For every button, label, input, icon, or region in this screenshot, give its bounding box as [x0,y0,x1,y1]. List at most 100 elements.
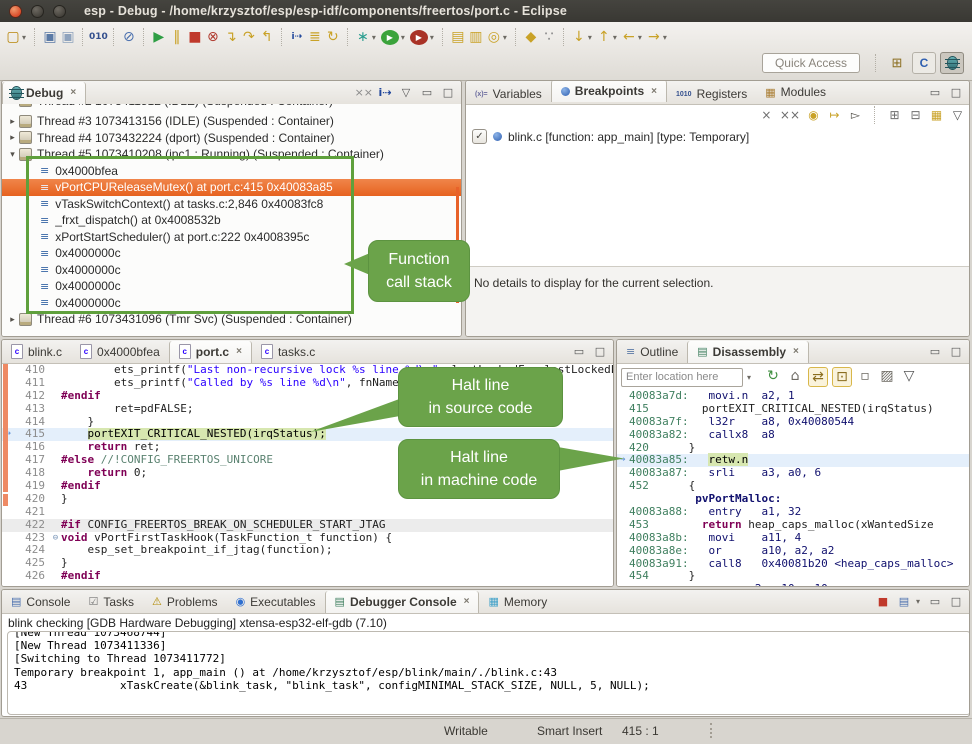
minimize-icon[interactable]: ▭ [570,342,588,360]
maximize-icon[interactable]: □ [947,83,965,101]
minimize-icon[interactable]: ▭ [418,83,436,101]
minimize-icon[interactable]: ▭ [926,342,944,360]
breakpoint-list-item[interactable]: ✓ blink.c [function: app_main] [type: Te… [472,129,749,144]
collapse-all-icon[interactable]: ⊟ [908,106,923,124]
tab-disassembly[interactable]: ▤Disassembly× [687,341,809,363]
open-new-view-icon[interactable]: ▫ [856,367,874,385]
tab-registers[interactable]: 1010Registers [667,83,756,105]
new-wizard-icon-dropdown[interactable]: ▾ [22,33,26,42]
search-icon-dropdown[interactable]: ▾ [503,33,507,42]
tab-outline[interactable]: ≡Outline [617,341,687,363]
window-maximize-button[interactable] [53,5,66,18]
skip-all-breakpoints-icon[interactable]: ⊘ [120,28,138,46]
location-dropdown[interactable]: ▾ [747,373,751,382]
tab-debugger-console[interactable]: ▤Debugger Console× [325,591,480,613]
tab-variables[interactable]: (x)=Variables [466,83,551,105]
annotation-nav-icon[interactable]: ↑ [595,28,613,46]
disconnect-icon[interactable]: ⊗ [204,28,222,46]
preferences-icon[interactable]: ∵ [540,28,558,46]
open-perspective-icon[interactable]: ⊞ [886,53,908,73]
save-icon[interactable]: ▣ [41,28,59,46]
thread-row[interactable]: ▸Thread #4 1073432224 (dport) (Suspended… [2,130,461,147]
forward-icon[interactable]: → [645,28,663,46]
run-icon[interactable]: ▶ [381,30,399,45]
tree-twistie[interactable]: ▸ [6,314,19,325]
disassembly-listing[interactable]: 40083a7d: movi.n a2, 1415 portEXIT_CRITI… [617,390,969,586]
remove-all-breakpoints-icon[interactable]: ×× [780,106,800,124]
maximize-icon[interactable]: □ [947,592,965,610]
last-edit-location-icon[interactable]: ↓ [570,28,588,46]
new-wizard-icon[interactable]: ▢ [4,28,22,46]
save-all-icon[interactable]: ▣ [59,28,77,46]
console-output[interactable]: [New Thread 1073468744][New Thread 10734… [7,631,970,715]
group-by-icon[interactable]: ▦ [929,106,944,124]
tab-close-icon[interactable]: × [464,596,470,607]
binary-icon[interactable]: 010 [89,28,108,46]
remove-all-terminated-icon[interactable]: ×× [355,83,373,101]
highlight-icon[interactable]: ◆ [522,28,540,46]
resume-icon[interactable]: ▶ [150,28,168,46]
thread-row[interactable]: ▸Thread #3 1073413156 (IDLE) (Suspended … [2,113,461,130]
terminate-console-icon[interactable]: ■ [874,592,892,610]
forward-icon-dropdown[interactable]: ▾ [663,33,667,42]
view-menu-icon[interactable]: ▽ [397,83,415,101]
tree-twistie[interactable]: ▸ [6,104,19,106]
tab-close-icon[interactable]: × [236,346,242,357]
window-close-button[interactable] [9,5,22,18]
drop-to-frame-icon[interactable]: ↻ [324,28,342,46]
pin-view-icon[interactable]: ▨ [878,367,896,385]
minimize-icon[interactable]: ▭ [926,83,944,101]
maximize-icon[interactable]: □ [591,342,609,360]
view-menu-icon[interactable]: ▽ [900,367,918,385]
thread-row[interactable]: ▸Thread #2 1073411512 (IDLE) (Suspended … [2,104,461,113]
code-line[interactable]: 424 esp_set_breakpoint_if_jtag(function)… [2,544,613,557]
back-icon[interactable]: ← [620,28,638,46]
cpp-perspective-icon[interactable]: C [912,52,936,74]
terminate-icon[interactable]: ■ [186,28,204,46]
tab-tasks[interactable]: ☑Tasks [79,591,143,613]
last-edit-location-icon-dropdown[interactable]: ▾ [588,33,592,42]
search-icon[interactable]: ◎ [485,28,503,46]
code-line[interactable]: 425} [2,557,613,570]
code-line[interactable]: 426#endif [2,570,613,583]
disassembly-line[interactable]: or a2, a10, a10 [617,583,969,587]
quick-access-box[interactable]: Quick Access [762,53,860,73]
external-tools-icon[interactable]: ▶ [410,30,428,45]
step-into-icon[interactable]: ↴ [222,28,240,46]
tab-port-c[interactable]: cport.c× [169,341,252,363]
tab-close-icon[interactable]: × [793,346,799,357]
debug-config-icon[interactable]: ∗ [354,28,372,46]
tab-close-icon[interactable]: × [70,87,76,98]
tab-problems[interactable]: ⚠Problems [143,591,227,613]
external-tools-icon-dropdown[interactable]: ▾ [430,33,434,42]
tab-memory[interactable]: ▦Memory [479,591,556,613]
code-line[interactable]: 421 [2,506,613,519]
tab-console[interactable]: ▤Console [2,591,79,613]
code-line[interactable]: 422#if CONFIG_FREERTOS_BREAK_ON_SCHEDULE… [2,519,613,532]
code-line[interactable]: 423⊖void vPortFirstTaskHook(TaskFunction… [2,532,613,545]
back-icon-dropdown[interactable]: ▾ [638,33,642,42]
tree-twistie[interactable]: ▸ [6,116,19,127]
debug-perspective-icon[interactable] [940,52,964,74]
tree-twistie[interactable]: ▸ [6,132,19,143]
maximize-icon[interactable]: □ [439,83,457,101]
go-to-breakpoint-file-icon[interactable]: ↦ [827,106,842,124]
suspend-icon[interactable]: ‖ [168,28,186,46]
home-icon[interactable]: ⌂ [786,367,804,385]
display-selected-console-icon-dropdown[interactable]: ▾ [916,597,920,606]
step-return-icon[interactable]: ↰ [258,28,276,46]
window-minimize-button[interactable] [31,5,44,18]
expand-all-icon[interactable]: ⊞ [887,106,902,124]
open-project-icon[interactable]: ▥ [467,28,485,46]
link-with-debug-view-icon[interactable]: ▻ [848,106,863,124]
show-execution-icon[interactable]: ≣ [306,28,324,46]
step-over-icon[interactable]: ↷ [240,28,258,46]
remove-breakpoint-icon[interactable]: × [759,106,774,124]
tab-modules[interactable]: ▦Modules [756,81,835,103]
minimize-icon[interactable]: ▭ [926,592,944,610]
display-selected-console-icon[interactable]: ▤ [895,592,913,610]
debug-config-icon-dropdown[interactable]: ▾ [372,33,376,42]
run-icon-dropdown[interactable]: ▾ [401,33,405,42]
maximize-icon[interactable]: □ [947,342,965,360]
new-project-icon[interactable]: ▤ [449,28,467,46]
